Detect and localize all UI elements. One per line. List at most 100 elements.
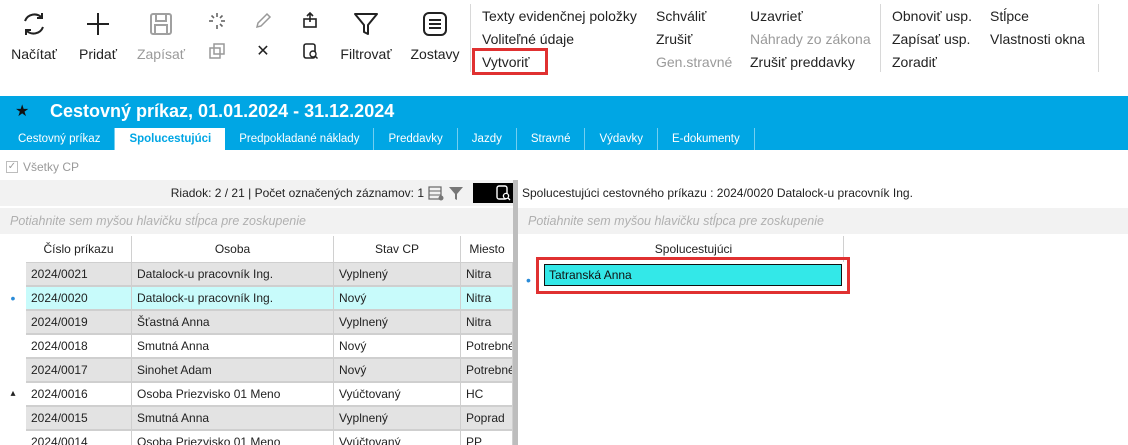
highlight-box-companion bbox=[536, 257, 850, 294]
stlpce-link[interactable]: Stĺpce bbox=[990, 7, 1029, 25]
grid-settings-icon[interactable] bbox=[428, 185, 444, 201]
group-by-hint[interactable]: Potiahnite sem myšou hlavičku stĺpca pre… bbox=[518, 208, 1128, 234]
table-row-selected[interactable]: • 2024/0020 Datalock-u pracovník Ing. No… bbox=[0, 286, 516, 310]
zrusit-link[interactable]: Zrušiť bbox=[656, 30, 692, 48]
tab-preddavky[interactable]: Preddavky bbox=[374, 128, 458, 150]
floppy-disk-icon bbox=[131, 10, 191, 40]
search-panel-button[interactable] bbox=[473, 183, 513, 203]
tab-vydavky[interactable]: Výdavky bbox=[585, 128, 658, 150]
grid-header: Číslo príkazu Osoba Stav CP Miesto bbox=[0, 236, 516, 262]
zoradit-link[interactable]: Zoradiť bbox=[892, 53, 937, 71]
filter-button[interactable]: Filtrovať bbox=[335, 6, 397, 68]
cell-cislo-prikazu: 2024/0018 bbox=[26, 334, 132, 358]
copy-icon[interactable] bbox=[206, 40, 228, 62]
right-status-bar: Spolucestujúci cestovného príkazu : 2024… bbox=[518, 180, 1128, 206]
current-row-indicator: • bbox=[10, 290, 16, 306]
loading-icon[interactable] bbox=[206, 10, 228, 32]
reports-icon bbox=[405, 10, 465, 40]
obnovit-usp-link[interactable]: Obnoviť usp. bbox=[892, 7, 972, 25]
volitelne-udaje-link[interactable]: Voliteľné údaje bbox=[482, 30, 574, 48]
current-row-indicator: • bbox=[526, 272, 531, 288]
add-button[interactable]: Pridať bbox=[68, 6, 128, 68]
cell-stav-cp: Vyúčtovaný bbox=[334, 382, 461, 406]
row-status-text: Riadok: 2 / 21 | Počet označených záznam… bbox=[170, 186, 424, 200]
cell-cislo-prikazu: 2024/0014 bbox=[26, 430, 132, 445]
column-header-miesto[interactable]: Miesto bbox=[461, 236, 513, 262]
add-label: Pridať bbox=[79, 46, 117, 62]
cell-cislo-prikazu: 2024/0021 bbox=[26, 262, 132, 286]
cell-osoba: Datalock-u pracovník Ing. bbox=[132, 286, 334, 310]
all-cp-checkbox[interactable]: ✓ bbox=[6, 161, 18, 173]
row-marker-icon: ▴ bbox=[10, 388, 16, 399]
zrusit-preddavky-link[interactable]: Zrušiť preddavky bbox=[750, 53, 855, 71]
favorite-star-icon[interactable]: ★ bbox=[15, 101, 29, 121]
group-by-hint[interactable]: Potiahnite sem myšou hlavičku stĺpca pre… bbox=[0, 208, 513, 234]
save-label: Zapísať bbox=[136, 46, 186, 62]
window-title-bar: ★ Cestovný príkaz, 01.01.2024 - 31.12.20… bbox=[0, 96, 1128, 150]
vlastnosti-okna-link[interactable]: Vlastnosti okna bbox=[990, 30, 1085, 48]
all-cp-label: Všetky CP bbox=[23, 160, 80, 174]
texty-evidencnej-polozky-link[interactable]: Texty evidenčnej položky bbox=[482, 7, 637, 25]
schvalit-link[interactable]: Schváliť bbox=[656, 7, 706, 25]
reports-label: Zostavy bbox=[410, 46, 460, 62]
tab-spolucestujuci[interactable]: Spolucestujúci bbox=[115, 128, 226, 150]
table-row[interactable]: 2024/0018 Smutná Anna Nový Potrebné bbox=[0, 334, 516, 358]
cell-osoba: Osoba Priezvisko 01 Meno bbox=[132, 382, 334, 406]
cell-cislo-prikazu: 2024/0015 bbox=[26, 406, 132, 430]
tab-jazdy[interactable]: Jazdy bbox=[458, 128, 517, 150]
cell-stav-cp: Vyplnený bbox=[334, 262, 461, 286]
travel-orders-pane: Riadok: 2 / 21 | Počet označených záznam… bbox=[0, 180, 516, 445]
travel-companions-pane: Spolucestujúci cestovného príkazu : 2024… bbox=[518, 180, 1128, 445]
cell-stav-cp: Vyúčtovaný bbox=[334, 430, 461, 445]
companions-status-text: Spolucestujúci cestovného príkazu : 2024… bbox=[522, 186, 913, 200]
tab-predpokladane-naklady[interactable]: Predpokladané náklady bbox=[225, 128, 375, 150]
pencil-icon[interactable] bbox=[252, 10, 274, 32]
save-button[interactable]: Zapísať bbox=[131, 6, 191, 68]
document-search-icon[interactable] bbox=[299, 40, 321, 62]
column-header-osoba[interactable]: Osoba bbox=[132, 236, 334, 262]
table-row[interactable]: 2024/0015 Smutná Anna Vyplnený Poprad bbox=[0, 406, 516, 430]
table-row[interactable]: 2024/0019 Šťastná Anna Vyplnený Nitra bbox=[0, 310, 516, 334]
cell-miesto: Poprad bbox=[461, 406, 513, 430]
left-status-bar: Riadok: 2 / 21 | Počet označených záznam… bbox=[0, 180, 516, 206]
cell-cislo-prikazu: 2024/0020 bbox=[26, 286, 132, 310]
ribbon-separator bbox=[470, 4, 471, 72]
tab-stravne[interactable]: Stravné bbox=[517, 128, 586, 150]
nahrady-zo-zakona-link[interactable]: Náhrady zo zákona bbox=[750, 30, 871, 48]
cell-osoba: Datalock-u pracovník Ing. bbox=[132, 262, 334, 286]
cell-miesto: Potrebné bbox=[461, 334, 513, 358]
cell-stav-cp: Nový bbox=[334, 334, 461, 358]
column-header-stav-cp[interactable]: Stav CP bbox=[334, 236, 461, 262]
delete-x-icon[interactable]: ✕ bbox=[252, 41, 274, 63]
column-header-cislo-prikazu[interactable]: Číslo príkazu bbox=[26, 236, 132, 262]
cell-osoba: Sinohet Adam bbox=[132, 358, 334, 382]
uzavriet-link[interactable]: Uzavrieť bbox=[750, 7, 803, 25]
cell-miesto: PP bbox=[461, 430, 513, 445]
cell-cislo-prikazu: 2024/0017 bbox=[26, 358, 132, 382]
all-cp-filter[interactable]: ✓ Všetky CP bbox=[6, 159, 79, 175]
cell-miesto: Nitra bbox=[461, 310, 513, 334]
reports-button[interactable]: Zostavy bbox=[405, 6, 465, 68]
table-row[interactable]: 2024/0021 Datalock-u pracovník Ing. Vypl… bbox=[0, 262, 516, 286]
page-title: Cestovný príkaz, 01.01.2024 - 31.12.2024 bbox=[50, 101, 395, 121]
ribbon-separator bbox=[1098, 4, 1099, 72]
cell-osoba: Šťastná Anna bbox=[132, 310, 334, 334]
cell-stav-cp: Vyplnený bbox=[334, 406, 461, 430]
table-row[interactable]: 2024/0014 Osoba Priezvisko 01 Meno Vyúčt… bbox=[0, 430, 516, 445]
highlight-box-vytvorit bbox=[472, 48, 548, 75]
zapisat-usp-link[interactable]: Zapísať usp. bbox=[892, 30, 970, 48]
cell-miesto: HC bbox=[461, 382, 513, 406]
tab-cestovny-prikaz[interactable]: Cestovný príkaz bbox=[4, 128, 116, 150]
plus-icon bbox=[68, 10, 128, 40]
gen-stravne-link[interactable]: Gen.stravné bbox=[656, 53, 732, 71]
export-icon[interactable] bbox=[299, 9, 321, 31]
funnel-icon bbox=[335, 10, 397, 40]
funnel-icon[interactable] bbox=[448, 185, 464, 201]
table-row[interactable]: ▴ 2024/0016 Osoba Priezvisko 01 Meno Vyú… bbox=[0, 382, 516, 406]
tab-e-dokumenty[interactable]: E-dokumenty bbox=[658, 128, 755, 150]
refresh-button[interactable]: Načítať bbox=[4, 6, 64, 68]
document-search-icon bbox=[496, 185, 511, 201]
filter-label: Filtrovať bbox=[340, 46, 392, 62]
table-row[interactable]: 2024/0017 Sinohet Adam Nový Potrebné bbox=[0, 358, 516, 382]
refresh-label: Načítať bbox=[11, 46, 57, 62]
